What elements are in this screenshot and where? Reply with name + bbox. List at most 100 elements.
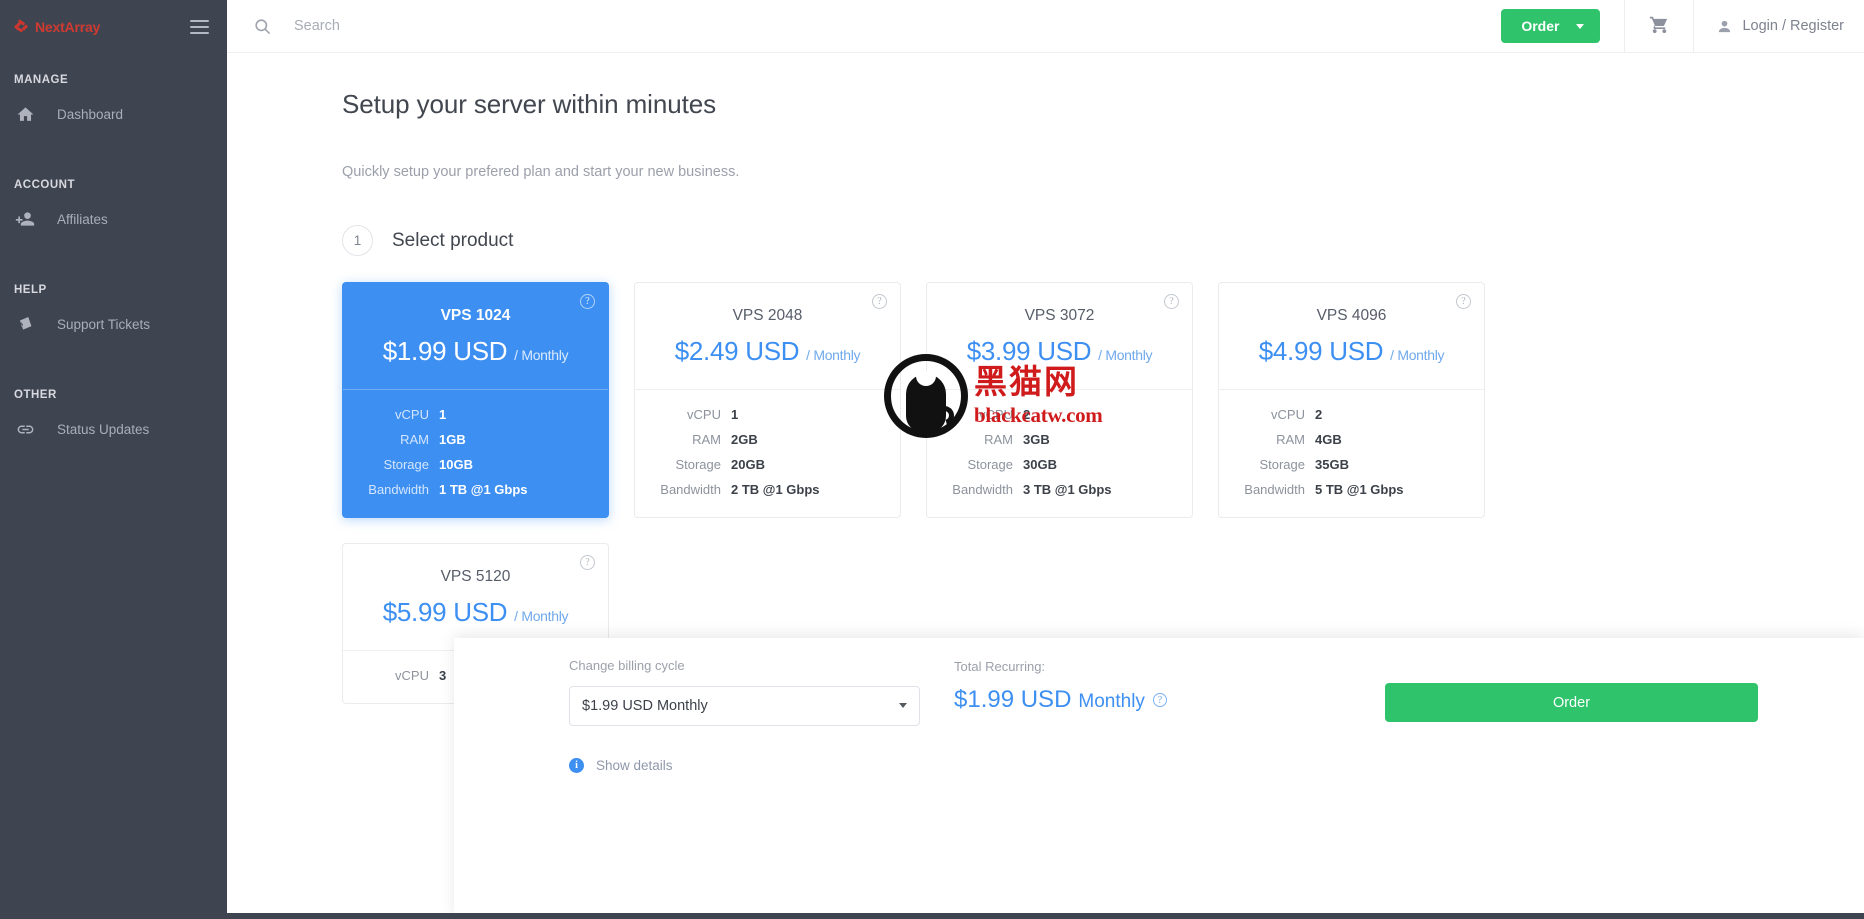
sidebar-section-help: HELP Support Tickets [0,284,227,344]
spec-vcpu: vCPU 2 [1241,407,1462,422]
link-icon [14,418,36,440]
spec-value-bandwidth: 3 TB @1 Gbps [1023,482,1112,497]
billing-cycle-group: Change billing cycle $1.99 USD Monthly [569,658,954,726]
spec-ram: RAM 1GB [365,432,586,447]
product-card-vps-3072[interactable]: ? VPS 3072 $3.99 USD / Monthly vCPU 2 RA… [926,282,1193,518]
product-card-vps-4096[interactable]: ? VPS 4096 $4.99 USD / Monthly vCPU 2 RA… [1218,282,1485,518]
person-icon [1716,18,1733,35]
brand-logo[interactable]: NextArray [13,18,101,35]
spec-value-storage: 20GB [731,457,765,472]
spec-ram: RAM 3GB [949,432,1170,447]
spec-vcpu: vCPU 1 [657,407,878,422]
total-amount: $1.99 USD [954,686,1072,713]
spec-value-vcpu: 1 [731,407,739,422]
spec-bandwidth: Bandwidth 1 TB @1 Gbps [365,482,586,497]
total-recurring-group: Total Recurring: $1.99 USD Monthly ? [954,658,1339,714]
spec-label-storage: Storage [1259,457,1305,472]
spec-value-vcpu: 2 [1315,407,1323,422]
spec-label-ram: RAM [400,432,429,447]
order-submit-button[interactable]: Order [1385,683,1758,722]
product-card-header: VPS 3072 $3.99 USD / Monthly [927,283,1192,390]
sidebar-section-label-other: OTHER [14,389,57,401]
home-icon [14,103,36,125]
step-title: Select product [392,229,514,251]
total-recurring-value: $1.99 USD Monthly ? [954,686,1339,714]
nextarray-logo-icon [13,18,32,35]
brand-name: NextArray [35,18,101,35]
spec-label-bandwidth: Bandwidth [368,482,429,497]
spec-label-ram: RAM [984,432,1013,447]
product-card-vps-1024[interactable]: ? VPS 1024 $1.99 USD / Monthly vCPU 1 RA… [342,282,609,518]
spec-value-ram: 2GB [731,432,758,447]
menu-toggle-icon[interactable] [190,16,209,38]
sidebar-item-support-tickets[interactable]: Support Tickets [0,304,227,344]
order-summary-bar: Change billing cycle $1.99 USD Monthly T… [227,638,1864,919]
product-name: VPS 3072 [1024,307,1095,324]
billing-cycle-select[interactable]: $1.99 USD Monthly [569,686,920,726]
spec-value-vcpu: 1 [439,407,447,422]
spec-label-vcpu: vCPU [687,407,721,422]
ticket-icon [14,313,36,335]
sidebar-section-label-help: HELP [14,284,47,296]
login-register-button[interactable]: Login / Register [1694,0,1864,53]
product-name: VPS 5120 [440,568,511,585]
help-icon[interactable]: ? [1152,693,1167,707]
spec-label-ram: RAM [1276,432,1305,447]
spec-value-storage: 30GB [1023,457,1057,472]
product-price-amount: $3.99 USD [966,336,1092,366]
product-price-cycle: / Monthly [1390,347,1445,363]
product-price: $3.99 USD / Monthly [949,336,1170,367]
sidebar: NextArray MANAGE Dashboard ACCOUNT Affil… [0,0,227,919]
spec-storage: Storage 10GB [365,457,586,472]
order-dropdown-button[interactable]: Order [1501,9,1601,43]
spec-label-storage: Storage [967,457,1013,472]
product-price-cycle: / Monthly [514,608,569,624]
search-input[interactable] [294,18,854,34]
help-icon[interactable]: ? [580,294,595,309]
total-recurring-label: Total Recurring: [954,659,1046,674]
search-box[interactable] [227,17,1501,36]
sidebar-item-label-status-updates: Status Updates [57,421,150,437]
show-details-link[interactable]: i Show details [569,758,673,773]
spec-ram: RAM 2GB [657,432,878,447]
shopping-cart-button[interactable] [1625,0,1693,53]
spec-storage: Storage 35GB [1241,457,1462,472]
sidebar-item-label-affiliates: Affiliates [57,211,108,227]
product-name: VPS 4096 [1316,307,1387,324]
product-card-header: VPS 5120 $5.99 USD / Monthly [343,544,608,651]
product-price: $2.49 USD / Monthly [657,336,878,367]
footer-strip [227,913,1864,919]
spec-value-storage: 10GB [439,457,473,472]
page-title: Setup your server within minutes [342,89,716,119]
spec-label-storage: Storage [675,457,721,472]
spec-label-vcpu: vCPU [395,407,429,422]
help-icon[interactable]: ? [1164,294,1179,309]
product-price: $5.99 USD / Monthly [365,597,586,628]
step-header: 1 Select product [342,225,1864,256]
sidebar-item-dashboard[interactable]: Dashboard [0,94,227,134]
spec-bandwidth: Bandwidth 5 TB @1 Gbps [1241,482,1462,497]
spec-label-bandwidth: Bandwidth [660,482,721,497]
sidebar-section-manage: MANAGE Dashboard [0,74,227,134]
help-icon[interactable]: ? [580,555,595,570]
help-icon[interactable]: ? [1456,294,1471,309]
spec-label-vcpu: vCPU [395,668,429,683]
spec-label-storage: Storage [383,457,429,472]
chevron-down-icon [1576,23,1585,29]
product-name: VPS 2048 [732,307,803,324]
product-card-vps-2048[interactable]: ? VPS 2048 $2.49 USD / Monthly vCPU 1 RA… [634,282,901,518]
search-icon [253,17,272,36]
total-cycle: Monthly [1078,691,1145,712]
sidebar-item-affiliates[interactable]: Affiliates [0,199,227,239]
help-icon[interactable]: ? [872,294,887,309]
sidebar-section-other: OTHER Status Updates [0,389,227,449]
step-number-badge: 1 [342,225,373,256]
order-dropdown-label: Order [1521,18,1560,34]
product-price-cycle: / Monthly [514,347,569,363]
spec-storage: Storage 30GB [949,457,1170,472]
topbar: Order Login / Register [227,0,1864,53]
sidebar-item-status-updates[interactable]: Status Updates [0,409,227,449]
spec-value-ram: 4GB [1315,432,1342,447]
sidebar-item-label-dashboard: Dashboard [57,106,124,122]
product-specs: vCPU 2 RAM 4GB Storage 35GB Bandwidth 5 … [1219,390,1484,517]
